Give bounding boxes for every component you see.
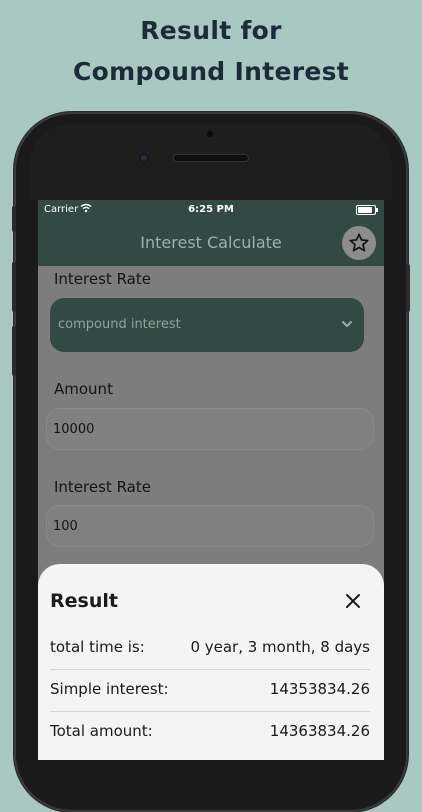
interest-type-label: Interest Rate: [54, 270, 151, 288]
amount-label: Amount: [54, 380, 113, 398]
interest-type-dropdown[interactable]: compound interest: [50, 298, 364, 352]
close-icon[interactable]: [342, 590, 364, 612]
result-title: Result: [50, 590, 118, 612]
status-time: 6:25 PM: [188, 204, 234, 215]
simple-interest-label: Simple interest:: [50, 680, 169, 698]
total-time-value: 0 year, 3 month, 8 days: [190, 638, 370, 656]
headline-line-1: Result for: [140, 16, 282, 45]
mute-switch: [12, 206, 16, 232]
favorite-button[interactable]: [342, 226, 376, 260]
earpiece-speaker: [174, 155, 248, 161]
simple-interest-value: 14353834.26: [269, 680, 370, 698]
total-amount-value: 14363834.26: [269, 722, 370, 740]
volume-down-button: [12, 326, 16, 376]
interest-rate-value: 100: [53, 519, 78, 534]
result-sheet: Result total time is: 0 year, 3 month, 8…: [38, 564, 384, 760]
phone-screen: Carrier 6:25 PM Interest Calculate Inter…: [38, 200, 384, 760]
result-row-total-time: total time is: 0 year, 3 month, 8 days: [50, 627, 370, 669]
power-button: [406, 264, 410, 312]
interest-rate-label: Interest Rate: [54, 478, 151, 496]
total-amount-label: Total amount:: [50, 722, 153, 740]
volume-up-button: [12, 262, 16, 312]
status-bar: Carrier 6:25 PM: [38, 200, 384, 220]
amount-field[interactable]: 10000: [46, 408, 374, 450]
battery-icon: [356, 205, 378, 215]
app-bar: Interest Calculate: [38, 220, 384, 266]
front-camera: [139, 153, 149, 163]
result-row-total-amount: Total amount: 14363834.26: [50, 711, 370, 753]
chevron-down-icon: [342, 321, 352, 328]
amount-value: 10000: [53, 422, 95, 437]
headline-line-2: Compound Interest: [72, 57, 350, 86]
result-row-simple-interest: Simple interest: 14353834.26: [50, 669, 370, 711]
app-title: Interest Calculate: [140, 233, 282, 252]
interest-type-value: compound interest: [58, 317, 181, 332]
total-time-label: total time is:: [50, 638, 145, 656]
interest-rate-field[interactable]: 100: [46, 505, 374, 547]
proximity-sensor: [207, 131, 213, 137]
star-icon: [349, 233, 369, 252]
